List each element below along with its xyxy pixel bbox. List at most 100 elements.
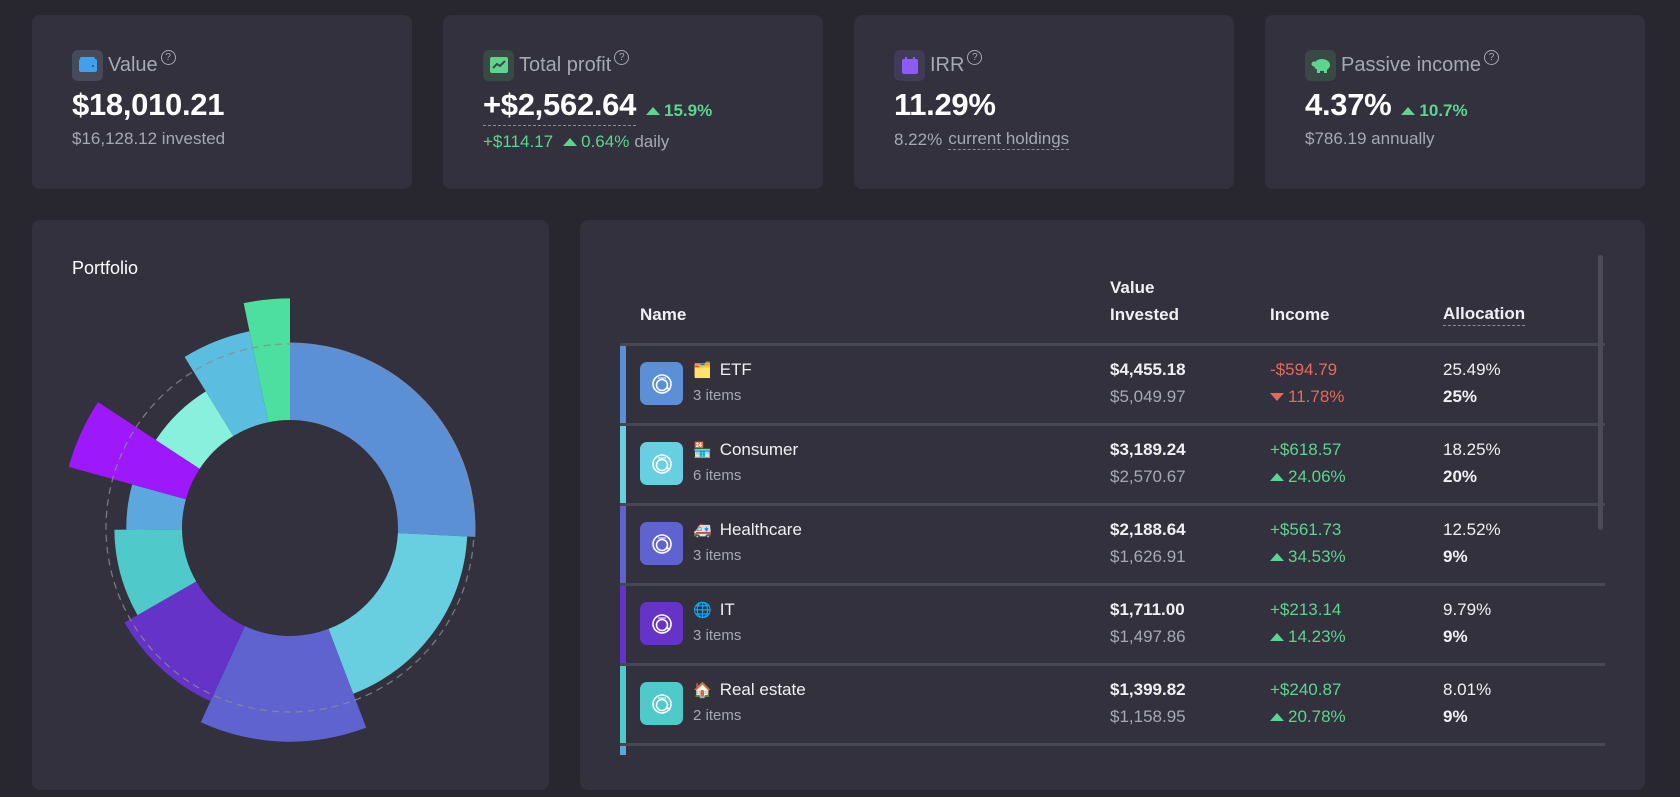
stat-sub: $786.19 annually xyxy=(1305,129,1435,148)
category-color-bar xyxy=(620,586,626,663)
category-emoji-icon: 🌐 xyxy=(693,602,712,619)
category-name[interactable]: 🏠 Real estate xyxy=(693,680,806,700)
table-row[interactable]: 🗂️ ETF 3 items $4,455.18 $5,049.97 -$594.… xyxy=(620,343,1605,423)
stat-label: Total profit xyxy=(519,53,612,76)
category-label: ETF xyxy=(719,360,752,379)
current-holdings-link[interactable]: current holdings xyxy=(948,129,1070,150)
category-income: +$240.87 xyxy=(1270,680,1342,699)
category-allocation: 12.52% xyxy=(1443,520,1501,539)
category-label: Consumer xyxy=(719,440,799,459)
arrow-up-icon xyxy=(1270,713,1284,721)
category-donut-icon xyxy=(640,682,683,725)
income-pct-value: 24.06% xyxy=(1288,467,1346,486)
category-invested: $1,158.95 xyxy=(1110,707,1186,726)
change-badge: 10.7% xyxy=(1401,101,1468,121)
category-donut-icon xyxy=(640,602,683,645)
table-row-partial[interactable] xyxy=(620,743,1605,755)
stat-label: IRR xyxy=(930,53,965,76)
category-color-bar xyxy=(620,346,626,423)
category-name[interactable]: 🏪 Consumer xyxy=(693,440,798,460)
arrow-up-icon xyxy=(646,107,661,115)
category-donut-icon xyxy=(640,522,683,565)
category-emoji-icon: 🏪 xyxy=(693,442,712,459)
category-donut-icon xyxy=(640,362,683,405)
daily-amount: +$114.17 xyxy=(483,132,554,151)
category-target: 9% xyxy=(1443,627,1468,646)
item-count: 3 items xyxy=(693,547,742,564)
daily-label: daily xyxy=(634,132,670,151)
daily-change: 0.64% xyxy=(563,132,629,152)
category-income: +$213.14 xyxy=(1270,600,1342,619)
item-count: 2 items xyxy=(693,707,742,724)
change-badge: 15.9% xyxy=(646,101,712,121)
arrow-up-icon xyxy=(1270,633,1284,641)
category-allocation: 9.79% xyxy=(1443,600,1492,619)
portfolio-panel: Portfolio xyxy=(32,220,549,790)
header-invested[interactable]: Invested xyxy=(1110,301,1179,328)
header-value[interactable]: Value xyxy=(1110,274,1154,301)
item-count: 3 items xyxy=(693,627,742,644)
income-pct-value: 34.53% xyxy=(1288,547,1346,566)
category-color-bar xyxy=(620,506,626,583)
category-value: $4,455.18 xyxy=(1110,360,1186,379)
category-emoji-icon: 🚑 xyxy=(693,522,712,539)
income-pct-value: 14.23% xyxy=(1288,627,1346,646)
stat-label: Passive income xyxy=(1341,53,1482,76)
category-emoji-icon: 🏠 xyxy=(693,682,712,699)
table-header: Name Value Invested Income Allocation xyxy=(640,272,1605,346)
category-income-pct: 24.06% xyxy=(1270,467,1346,487)
category-target: 9% xyxy=(1443,547,1468,566)
table-row[interactable]: 🏠 Real estate 2 items $1,399.82 $1,158.95… xyxy=(620,663,1605,743)
category-income-pct: 34.53% xyxy=(1270,547,1346,567)
category-value: $1,399.82 xyxy=(1110,680,1186,699)
donut-slice-etf[interactable] xyxy=(290,342,476,537)
arrow-down-icon xyxy=(1270,393,1284,401)
category-invested: $2,570.67 xyxy=(1110,467,1186,486)
help-icon[interactable]: ? xyxy=(967,49,983,65)
table-scrollbar[interactable] xyxy=(1598,255,1603,530)
category-emoji-icon: 🗂️ xyxy=(693,362,712,379)
category-label: Healthcare xyxy=(719,520,802,539)
stat-card-passive-income: Passive income ? 4.37% 10.7% $786.19 ann… xyxy=(1265,15,1645,189)
income-pct-value: 20.78% xyxy=(1288,707,1346,726)
arrow-up-icon xyxy=(1270,553,1284,561)
category-income-pct: 14.23% xyxy=(1270,627,1346,647)
change-value: 10.7% xyxy=(1419,101,1468,120)
income-pct-value: 11.78% xyxy=(1288,387,1345,406)
category-invested: $5,049.97 xyxy=(1110,387,1186,406)
category-income-pct: 20.78% xyxy=(1270,707,1346,727)
daily-pct: 0.64% xyxy=(581,132,630,151)
category-target: 9% xyxy=(1443,707,1468,726)
item-count: 3 items xyxy=(693,387,742,404)
category-name[interactable]: 🚑 Healthcare xyxy=(693,520,802,540)
stat-card-value: Value ? $18,010.21 $16,128.12 invested xyxy=(32,15,412,189)
portfolio-donut-chart xyxy=(68,298,476,742)
help-icon[interactable]: ? xyxy=(1484,49,1500,65)
table-row[interactable]: 🏪 Consumer 6 items $3,189.24 $2,570.67 +$… xyxy=(620,423,1605,503)
category-income: -$594.79 xyxy=(1270,360,1338,379)
stat-value: 11.29% xyxy=(894,87,996,122)
category-allocation: 18.25% xyxy=(1443,440,1501,459)
stat-card-irr: IRR ? 11.29% 8.22% current holdings xyxy=(854,15,1234,189)
category-name[interactable]: 🗂️ ETF xyxy=(693,360,752,380)
category-name[interactable]: 🌐 IT xyxy=(693,600,735,620)
help-icon[interactable]: ? xyxy=(614,49,630,65)
table-row[interactable]: 🌐 IT 3 items $1,711.00 $1,497.86 +$213.14… xyxy=(620,583,1605,663)
header-name[interactable]: Name xyxy=(640,301,686,328)
arrow-up-icon xyxy=(563,138,578,146)
category-allocation: 8.01% xyxy=(1443,680,1492,699)
arrow-up-icon xyxy=(1270,473,1284,481)
category-donut-icon xyxy=(640,442,683,485)
chart-line-icon xyxy=(483,49,514,81)
table-row[interactable]: 🚑 Healthcare 3 items $2,188.64 $1,626.91 … xyxy=(620,503,1605,583)
category-income: +$618.57 xyxy=(1270,440,1342,459)
help-icon[interactable]: ? xyxy=(160,49,176,65)
category-target: 25% xyxy=(1443,387,1478,406)
category-color-bar xyxy=(620,666,626,743)
category-value: $3,189.24 xyxy=(1110,440,1186,459)
stat-value[interactable]: +$2,562.64 xyxy=(483,87,636,126)
item-count: 6 items xyxy=(693,467,742,484)
header-allocation[interactable]: Allocation xyxy=(1443,303,1526,326)
header-income[interactable]: Income xyxy=(1270,301,1330,328)
donut-slice-consumer[interactable] xyxy=(328,533,468,694)
